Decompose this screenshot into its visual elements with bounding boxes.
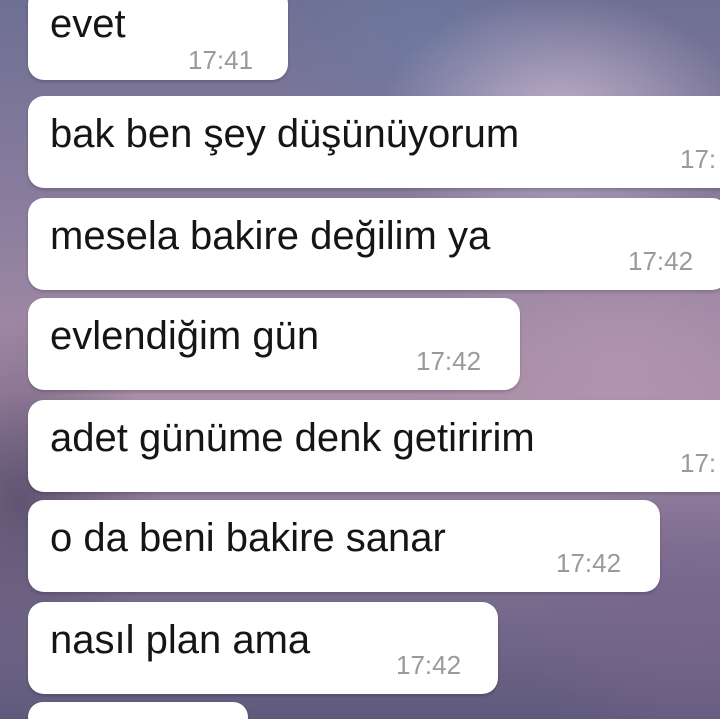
message-bubble[interactable]: o da beni bakire sanar 17:42	[28, 500, 660, 592]
message-time: 17:	[680, 144, 717, 174]
message-text: mesela bakire değilim ya	[50, 214, 491, 258]
message-bubble[interactable]: nasıl plan ama 17:42	[28, 602, 498, 694]
message-text: evlendiğim gün	[50, 314, 320, 358]
message-bubble[interactable]: adet günüme denk getiririm 17:	[28, 400, 720, 492]
message-text: adet günüme denk getiririm	[50, 416, 535, 460]
message-bubble[interactable]: mesela bakire değilim ya 17:42	[28, 198, 720, 290]
message-bubble[interactable]: evlendiğim gün 17:42	[28, 298, 520, 390]
message-text: evet	[50, 2, 126, 46]
message-bubble[interactable]: evet 17:41	[28, 0, 288, 80]
message-time: 17:41	[188, 45, 254, 75]
message-bubble-partial[interactable]	[28, 702, 248, 719]
message-list: evet 17:41 bak ben şey düşünüyorum 17: m…	[0, 0, 720, 719]
message-bubble[interactable]: bak ben şey düşünüyorum 17:	[28, 96, 720, 188]
message-time: 17:42	[416, 346, 482, 376]
message-text: nasıl plan ama	[50, 618, 311, 662]
message-time: 17:42	[628, 246, 694, 276]
message-text: o da beni bakire sanar	[50, 516, 446, 560]
message-time: 17:	[680, 448, 717, 478]
message-time: 17:42	[396, 650, 462, 680]
message-time: 17:42	[556, 548, 622, 578]
message-text: bak ben şey düşünüyorum	[50, 112, 520, 156]
